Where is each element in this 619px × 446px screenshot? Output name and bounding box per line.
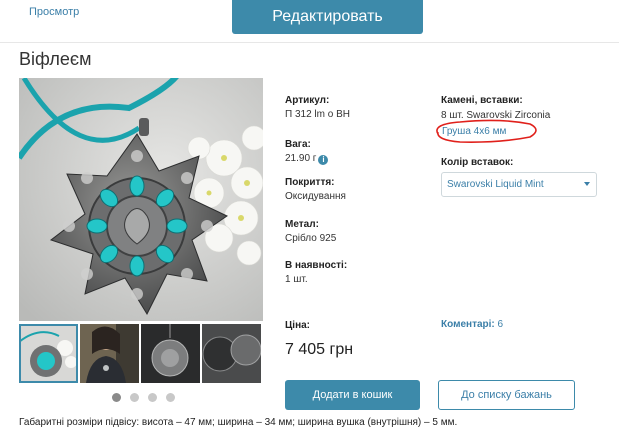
pagination-dot[interactable]	[148, 393, 157, 402]
chevron-down-icon	[584, 182, 590, 186]
edit-button[interactable]: Редактировать	[232, 0, 423, 34]
price-label: Ціна:	[285, 320, 311, 331]
page-title: Віфлеєм	[19, 49, 92, 69]
insert-color-select[interactable]: Swarovski Liquid Mint	[441, 172, 597, 197]
main-product-photo[interactable]	[19, 78, 263, 321]
comments-count: 6	[497, 319, 504, 330]
article-value: П 312 lm о ВН	[285, 109, 350, 120]
dimensions-text: Габаритні розміри підвісу: висота – 47 м…	[19, 417, 458, 428]
gallery-pagination	[112, 393, 175, 402]
info-icon[interactable]: i	[318, 155, 329, 165]
price-value: 7 405 грн	[285, 341, 354, 358]
stone-shape-link[interactable]: Груша 4х6 мм	[442, 126, 506, 137]
thumbnail[interactable]	[202, 324, 261, 383]
thumbnail[interactable]	[80, 324, 139, 383]
metal-label: Метал:	[285, 219, 319, 230]
weight-value-group: 21.90 гi	[285, 153, 329, 165]
thumbnail[interactable]	[19, 324, 78, 383]
stock-label: В наявності:	[285, 260, 348, 271]
insert-color-selected: Swarovski Liquid Mint	[447, 179, 544, 190]
metal-value: Срібло 925	[285, 233, 337, 244]
comments-label: Коментарі:	[441, 319, 495, 330]
pagination-dot[interactable]	[130, 393, 139, 402]
preview-link[interactable]: Просмотр	[29, 6, 79, 18]
weight-label: Вага:	[285, 139, 311, 150]
header-divider	[0, 42, 619, 43]
thumbnail-strip	[19, 324, 263, 383]
coating-label: Покриття:	[285, 177, 335, 188]
pagination-dot[interactable]	[112, 393, 121, 402]
coating-value: Оксидування	[285, 191, 346, 202]
comments-link[interactable]: Коментарі: 6	[441, 319, 503, 330]
article-label: Артикул:	[285, 95, 330, 106]
stones-value: 8 шт. Swarovski Zirconia	[441, 110, 551, 121]
add-to-wishlist-button[interactable]: До списку бажань	[438, 380, 575, 410]
pagination-dot[interactable]	[166, 393, 175, 402]
weight-value: 21.90 г	[285, 153, 317, 164]
stones-label: Камені, вставки:	[441, 95, 523, 106]
thumbnail[interactable]	[141, 324, 200, 383]
add-to-cart-button[interactable]: Додати в кошик	[285, 380, 420, 410]
stock-value: 1 шт.	[285, 274, 308, 285]
insert-color-label: Колір вставок:	[441, 157, 514, 168]
